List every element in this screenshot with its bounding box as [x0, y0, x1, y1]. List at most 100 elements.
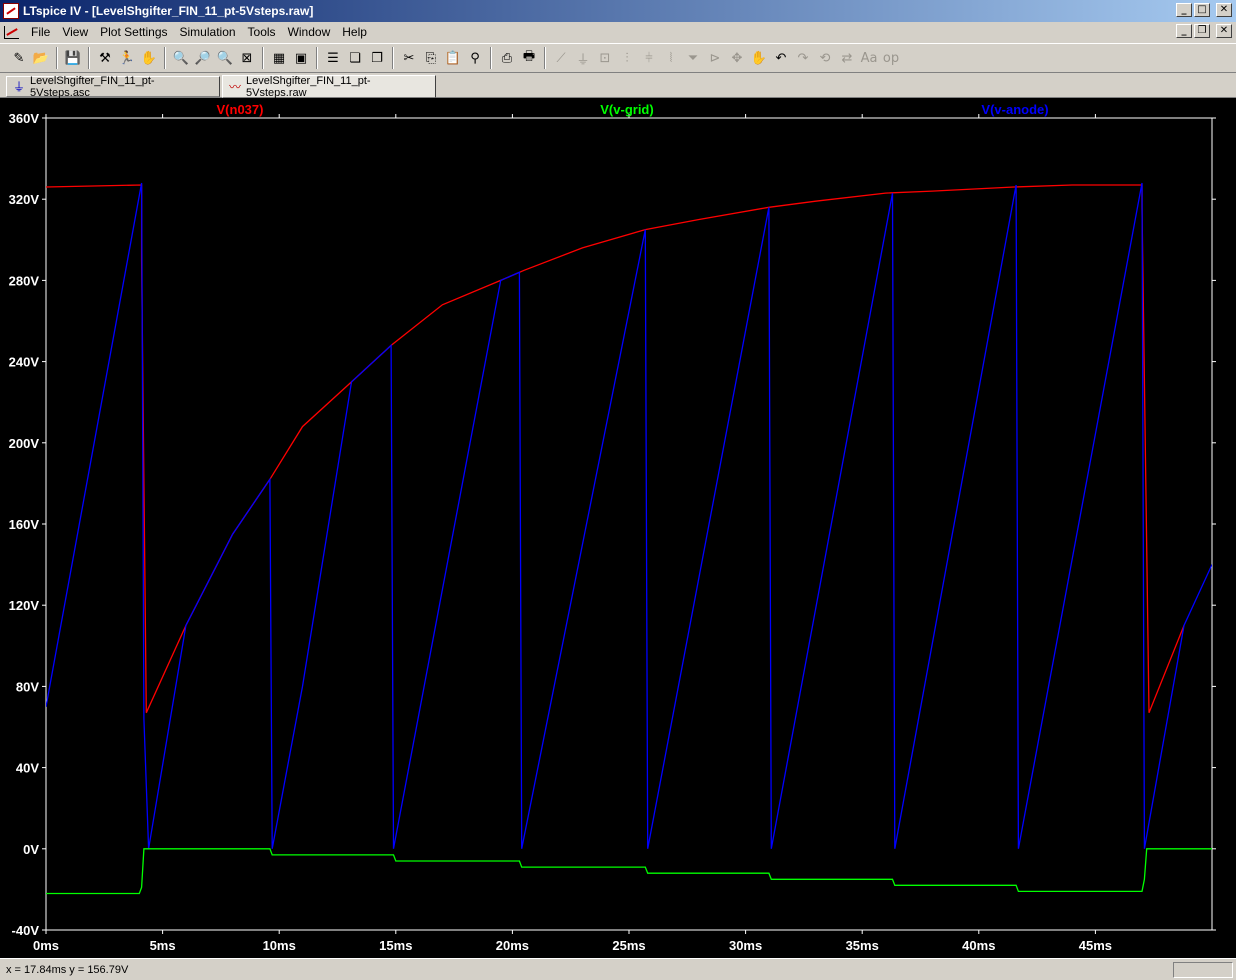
capacitor-icon[interactable]: ⫩ — [638, 47, 660, 69]
toolbar-separator — [56, 47, 58, 69]
x-tick-label: 35ms — [846, 938, 879, 953]
trace-label-v-v-anode-[interactable]: V(v-anode) — [981, 102, 1048, 117]
move-icon[interactable]: ✥ — [726, 47, 748, 69]
toolbar-separator — [164, 47, 166, 69]
inductor-icon[interactable]: ⦚ — [660, 47, 682, 69]
ground-icon[interactable]: ⏚ — [572, 47, 594, 69]
trace-v-v-anode-[interactable] — [46, 182, 1212, 849]
text-icon[interactable]: Aa — [858, 47, 880, 69]
toolbar-separator — [88, 47, 90, 69]
y-tick-label: 320V — [9, 192, 40, 207]
menu-window[interactable]: Window — [282, 25, 337, 39]
y-tick-label: 280V — [9, 273, 40, 288]
x-tick-label: 5ms — [150, 938, 176, 953]
trace-v-v-grid-[interactable] — [46, 848, 1212, 895]
x-tick-label: 25ms — [612, 938, 645, 953]
new-schematic-icon[interactable]: ✎ — [8, 47, 30, 69]
zoom-pan-icon[interactable]: 🔎 — [192, 47, 214, 69]
x-tick-label: 15ms — [379, 938, 412, 953]
run-icon[interactable]: 🏃 — [116, 47, 138, 69]
title-bar[interactable]: LTspice IV - [LevelShgifter_FIN_11_pt-5V… — [0, 0, 1236, 22]
undo-icon[interactable]: ↶ — [770, 47, 792, 69]
menu-bar: File View Plot Settings Simulation Tools… — [0, 22, 1236, 42]
trace-v-n037-[interactable] — [46, 184, 1185, 714]
y-tick-label: 120V — [9, 598, 40, 613]
paste-icon[interactable]: 📋 — [442, 47, 464, 69]
toolbar-separator — [544, 47, 546, 69]
trace-label-v-v-grid-[interactable]: V(v-grid) — [600, 102, 653, 117]
halt-icon[interactable]: ✋ — [138, 47, 160, 69]
menu-file[interactable]: File — [25, 25, 56, 39]
print-setup-icon[interactable]: ⎙ — [496, 47, 518, 69]
print-icon[interactable]: 🖶 — [518, 47, 540, 69]
status-panel — [1173, 962, 1233, 978]
menu-simulation[interactable]: Simulation — [174, 25, 242, 39]
x-tick-label: 20ms — [496, 938, 529, 953]
tab-schematic[interactable]: ⏚ LevelShgifter_FIN_11_pt-5Vsteps.asc — [6, 75, 220, 99]
document-tabs: ⏚ LevelShgifter_FIN_11_pt-5Vsteps.asc 〰 … — [0, 74, 1236, 99]
tab-waveform[interactable]: 〰 LevelShgifter_FIN_11_pt-5Vsteps.raw — [222, 74, 436, 99]
menu-tools[interactable]: Tools — [242, 25, 282, 39]
y-tick-label: 240V — [9, 355, 40, 370]
save-icon[interactable]: 💾 — [62, 47, 84, 69]
minimize-button[interactable]: _ — [1176, 3, 1192, 17]
menu-plot-settings[interactable]: Plot Settings — [94, 25, 173, 39]
label-net-icon[interactable]: ⊡ — [594, 47, 616, 69]
open-icon[interactable]: 📂 — [30, 47, 52, 69]
plot-frame — [45, 117, 1213, 931]
waveform-plot[interactable]: -40V 0V 40V 80V 120V 160V 200V 240V 280V 320V 360V… — [0, 98, 1236, 958]
autorange-icon[interactable]: ▦ — [268, 47, 290, 69]
ltspice-window: LTspice IV - [LevelShgifter_FIN_11_pt-5V… — [0, 0, 1236, 980]
tile-horizontal-icon[interactable]: ☰ — [322, 47, 344, 69]
resistor-icon[interactable]: ⫶ — [616, 47, 638, 69]
x-tick-label: 10ms — [263, 938, 296, 953]
mdi-minimize-button[interactable]: _ — [1176, 24, 1192, 38]
mdi-close-button[interactable]: ✕ — [1216, 24, 1232, 38]
cut-icon[interactable]: ✂ — [398, 47, 420, 69]
tile-vertical-icon[interactable]: ❐ — [366, 47, 388, 69]
menu-help[interactable]: Help — [336, 25, 373, 39]
toolbar: ✎ 📂 💾 ⚒ 🏃 ✋ 🔍 🔎 🔍 ⊠ ▦ ▣ ☰ ❏ ❐ ✂ ⎘ 📋 ⚲ ⎙ 🖶 ⟋ ⏚ ⊡ ⫶ ⫩ ⦚ ⏷ ⊳ ✥ ✋ ↶ ↷ ⟲ ⇄ Aa op — [0, 43, 1236, 73]
spice-directive-icon[interactable]: op — [880, 47, 902, 69]
toolbar-separator — [316, 47, 318, 69]
close-button[interactable]: ✕ — [1216, 3, 1232, 17]
waveform-cursor-icon[interactable]: ▣ — [290, 47, 312, 69]
x-tick-label: 0ms — [33, 938, 59, 953]
maximize-button[interactable]: □ — [1194, 3, 1210, 17]
waveform-chart[interactable]: -40V 0V 40V 80V 120V 160V 200V 240V 280V 320V 360V… — [0, 98, 1236, 958]
toolbar-separator — [392, 47, 394, 69]
x-tick-label: 30ms — [729, 938, 762, 953]
y-tick-label: 0V — [23, 842, 39, 857]
component-icon[interactable]: ⊳ — [704, 47, 726, 69]
control-panel-icon[interactable]: ⚒ — [94, 47, 116, 69]
tab-waveform-label: LevelShgifter_FIN_11_pt-5Vsteps.raw — [246, 74, 371, 99]
copy-icon[interactable]: ⎘ — [420, 47, 442, 69]
y-tick-label: 160V — [9, 517, 40, 532]
waveform-window-icon[interactable] — [3, 24, 21, 40]
trace-label-v-n037-[interactable]: V(n037) — [217, 102, 264, 117]
mdi-restore-button[interactable]: ❐ — [1194, 24, 1210, 38]
zoom-out-icon[interactable]: 🔍 — [214, 47, 236, 69]
window-title: LTspice IV - [LevelShgifter_FIN_11_pt-5V… — [23, 4, 314, 18]
wire-icon[interactable]: ⟋ — [550, 47, 572, 69]
ltspice-app-icon[interactable] — [3, 3, 19, 19]
find-icon[interactable]: ⚲ — [464, 47, 486, 69]
toolbar-separator — [262, 47, 264, 69]
drag-icon[interactable]: ✋ — [748, 47, 770, 69]
mirror-icon[interactable]: ⇄ — [836, 47, 858, 69]
y-tick-label: 200V — [9, 436, 40, 451]
waveform-icon: 〰 — [229, 80, 242, 94]
menu-view[interactable]: View — [56, 25, 94, 39]
y-tick-label: -40V — [12, 923, 40, 938]
zoom-fit-icon[interactable]: ⊠ — [236, 47, 258, 69]
cursor-readout: x = 17.84ms y = 156.79V — [6, 963, 129, 976]
diode-icon[interactable]: ⏷ — [682, 47, 704, 69]
rotate-icon[interactable]: ⟲ — [814, 47, 836, 69]
zoom-in-icon[interactable]: 🔍 — [170, 47, 192, 69]
x-tick-label: 40ms — [962, 938, 995, 953]
cascade-icon[interactable]: ❏ — [344, 47, 366, 69]
y-tick-label: 80V — [16, 679, 39, 694]
status-bar: x = 17.84ms y = 156.79V — [0, 958, 1236, 980]
toolbar-separator — [490, 47, 492, 69]
redo-icon[interactable]: ↷ — [792, 47, 814, 69]
